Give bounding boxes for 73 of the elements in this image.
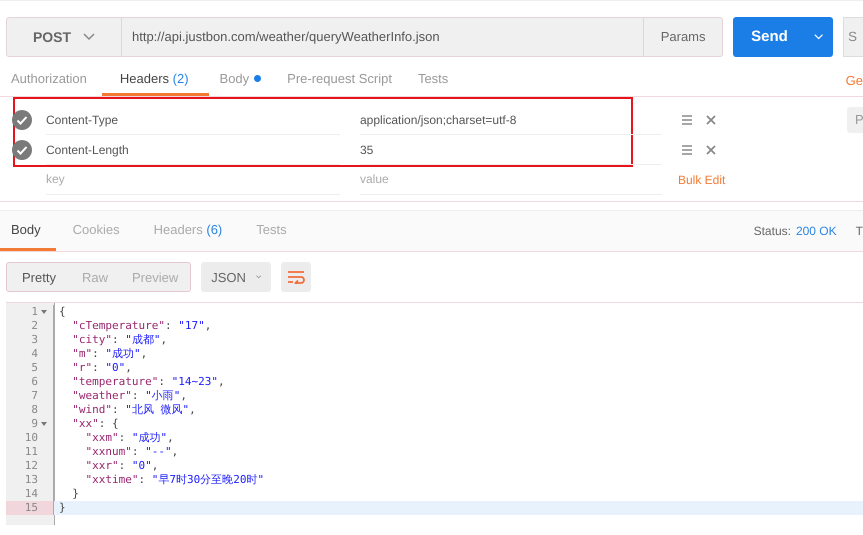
line-number: 13 bbox=[24, 473, 38, 487]
code-line: "xx": { bbox=[71, 417, 119, 431]
code-line: "cTemperature": "17", bbox=[71, 319, 212, 333]
drag-handle-icon[interactable] bbox=[682, 115, 692, 125]
response-tab[interactable]: Tests bbox=[239, 211, 304, 251]
chevron-down-icon bbox=[256, 273, 262, 281]
checkbox[interactable] bbox=[12, 110, 32, 130]
response-tab[interactable]: Body bbox=[0, 211, 56, 251]
line-number: 8 bbox=[31, 403, 38, 417]
request-tab[interactable]: Authorization bbox=[0, 64, 102, 96]
code-line: "wind": "北风 微风", bbox=[71, 403, 196, 417]
method-dropdown[interactable]: POST bbox=[6, 16, 122, 56]
response-tab[interactable]: Headers (6) bbox=[136, 211, 240, 251]
request-tab[interactable]: Headers (2) bbox=[102, 64, 209, 96]
time-label: T bbox=[856, 224, 863, 238]
line-number: 12 bbox=[24, 459, 38, 473]
status-label: Status: bbox=[754, 224, 791, 238]
drag-handle-icon[interactable] bbox=[682, 145, 692, 155]
line-number: 10 bbox=[24, 431, 38, 445]
line-number: 11 bbox=[24, 445, 38, 459]
status-value: 200 OK bbox=[796, 224, 837, 238]
fold-arrow-icon[interactable] bbox=[41, 422, 47, 426]
response-tab[interactable]: Cookies bbox=[56, 211, 137, 251]
line-number: 5 bbox=[31, 361, 38, 375]
checkbox[interactable] bbox=[12, 140, 32, 160]
close-icon[interactable] bbox=[706, 115, 716, 125]
chevron-down-icon bbox=[83, 32, 96, 40]
code-line: "xxr": "0", bbox=[84, 459, 158, 473]
line-number: 9 bbox=[31, 417, 38, 431]
value-field[interactable]: value bbox=[360, 166, 662, 194]
save-button[interactable]: S bbox=[843, 16, 863, 56]
header-key[interactable]: Content-Type bbox=[46, 106, 340, 134]
code-line: { bbox=[59, 305, 66, 319]
line-number: 3 bbox=[31, 333, 38, 347]
bulk-edit-link[interactable]: Bulk Edit bbox=[678, 173, 726, 187]
header-value[interactable]: application/json;charset=utf-8 bbox=[360, 106, 662, 134]
format-dropdown[interactable]: JSON bbox=[201, 262, 272, 292]
send-button[interactable]: Send bbox=[733, 16, 834, 56]
header-key[interactable]: Content-Length bbox=[46, 136, 340, 164]
wrap-lines-button[interactable] bbox=[281, 262, 312, 292]
chevron-down-icon bbox=[814, 32, 824, 40]
line-number: 15 bbox=[24, 501, 38, 515]
url-field[interactable]: http://api.justbon.com/weather/queryWeatherInfo.json bbox=[122, 16, 644, 56]
wrap-icon bbox=[287, 270, 306, 284]
view-mode-button[interactable]: Pretty bbox=[7, 263, 70, 291]
code-line: "r": "0", bbox=[71, 361, 132, 375]
view-mode-button[interactable]: Preview bbox=[120, 263, 190, 291]
code-line: "xxnum": "--", bbox=[84, 445, 178, 459]
line-number: 6 bbox=[31, 375, 38, 389]
code-line: } bbox=[59, 501, 66, 515]
code-line: "weather": "小雨", bbox=[71, 389, 187, 403]
line-number: 2 bbox=[31, 319, 38, 333]
code-line: "xxm": "成功", bbox=[84, 431, 174, 445]
code-line: "city": "成都", bbox=[71, 333, 168, 347]
close-icon[interactable] bbox=[706, 145, 716, 155]
line-number: 7 bbox=[31, 389, 38, 403]
key-field[interactable]: key bbox=[46, 166, 340, 194]
request-tab[interactable]: Pre-request Script bbox=[276, 64, 407, 96]
generate-code-link[interactable]: Ge bbox=[846, 72, 863, 88]
line-number: 4 bbox=[31, 347, 38, 361]
code-line: "m": "成功", bbox=[71, 347, 148, 361]
code-line: } bbox=[71, 487, 79, 501]
header-value[interactable]: 35 bbox=[360, 136, 662, 164]
line-number: 1 bbox=[31, 305, 38, 319]
request-tab[interactable]: Body bbox=[208, 64, 276, 96]
presets-button[interactable]: P bbox=[847, 107, 863, 133]
line-number: 14 bbox=[24, 487, 38, 501]
params-button[interactable]: Params bbox=[643, 16, 724, 56]
view-mode-button[interactable]: Raw bbox=[70, 263, 120, 291]
request-tab[interactable]: Tests bbox=[406, 64, 464, 96]
code-line: "temperature": "14~23", bbox=[71, 375, 225, 389]
code-line: "xxtime": "早7时30分至晚20时" bbox=[84, 473, 264, 487]
fold-arrow-icon[interactable] bbox=[41, 310, 47, 314]
